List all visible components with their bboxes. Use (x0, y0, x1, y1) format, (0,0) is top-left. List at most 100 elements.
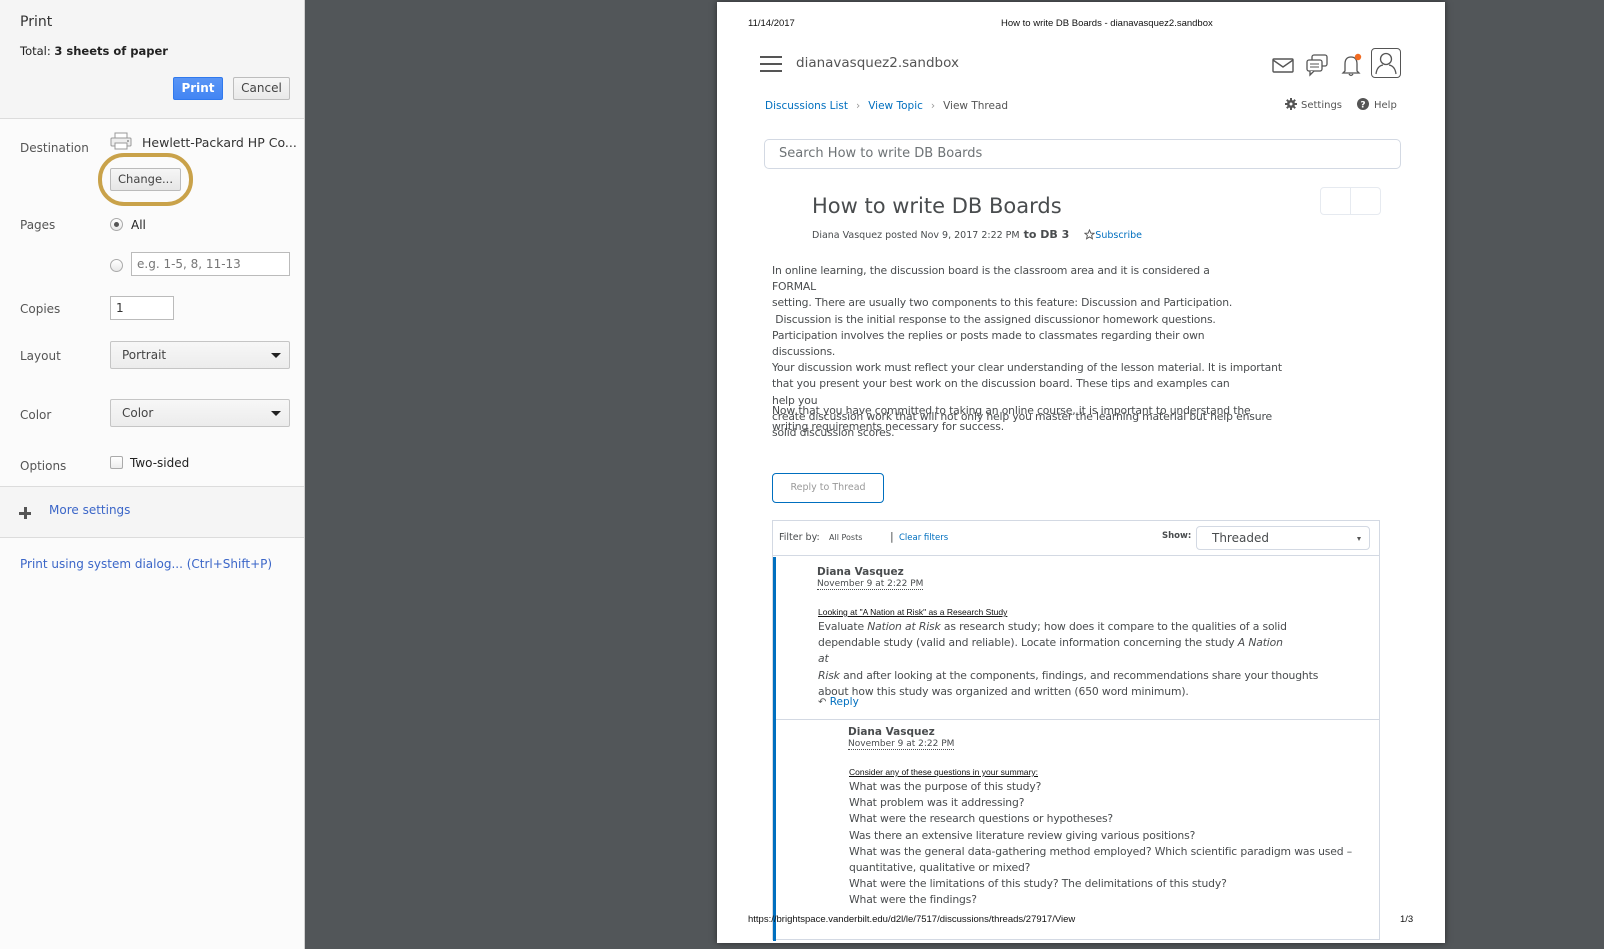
text-line: about how this study was organized and w… (818, 684, 1189, 698)
print-button[interactable]: Print (173, 77, 223, 100)
pages-all-label: All (131, 218, 146, 232)
chat-icon[interactable] (1304, 52, 1330, 78)
reply-button[interactable]: ↶ Reply (818, 696, 859, 708)
pages-label: Pages (20, 218, 56, 232)
subscribe-button[interactable]: Subscribe (1084, 228, 1142, 241)
post-date[interactable]: November 9 at 2:22 PM (848, 739, 955, 750)
reply-to-thread-button[interactable]: Reply to Thread (772, 473, 884, 503)
filter-bar: Filter by: All Posts | Clear filters Sho… (773, 521, 1379, 556)
pages-range-input[interactable]: e.g. 1-5, 8, 11-13 (131, 252, 290, 276)
pages-all-radio[interactable] (110, 218, 123, 231)
topic-title: How to write DB Boards (812, 194, 1062, 218)
subscribe-label: Subscribe (1095, 230, 1142, 241)
page-header-date: 11/14/2017 (748, 18, 795, 29)
page-header-title: How to write DB Boards - dianavasquez2.s… (1001, 18, 1213, 29)
total-prefix: Total: (20, 44, 55, 58)
italic-title: Risk (818, 668, 840, 682)
breadcrumb-separator: › (856, 100, 861, 112)
text-line: Evaluate Nation at Risk as research stud… (818, 620, 1287, 633)
color-label: Color (20, 408, 52, 422)
notification-bell-icon[interactable] (1338, 52, 1364, 78)
show-select[interactable]: Threaded (1196, 526, 1370, 550)
mail-icon[interactable] (1270, 52, 1296, 78)
intro-paragraph-2: Now that you have committed to taking an… (772, 403, 1252, 435)
breadcrumb-view-thread: View Thread (943, 100, 1009, 112)
more-settings-row[interactable]: More settings (0, 486, 304, 538)
settings-button[interactable]: Settings (1285, 98, 1342, 111)
plus-icon (19, 507, 31, 519)
text-line: What were the findings? (849, 893, 977, 907)
post-body: Evaluate Nation at Risk as research stud… (818, 619, 1319, 700)
page-footer-url: https://brightspace.vanderbilt.edu/d2l/l… (748, 914, 1076, 925)
two-sided-checkbox[interactable] (110, 456, 123, 469)
more-settings-link[interactable]: More settings (49, 503, 130, 517)
breadcrumb-view-topic[interactable]: View Topic (868, 100, 923, 112)
print-header: Print Total: 3 sheets of paper Print Can… (0, 0, 304, 119)
user-avatar[interactable] (1371, 48, 1401, 78)
topic-meta: Diana Vasquez posted Nov 9, 2017 2:22 PM… (812, 228, 1142, 241)
text-line: Now that you have committed to taking an… (772, 404, 1251, 417)
page-footer-number: 1/3 (1400, 914, 1414, 925)
pages-custom-radio[interactable] (110, 259, 123, 272)
post: Diana Vasquez November 9 at 2:22 PM Look… (773, 557, 1379, 941)
help-icon: ? (1357, 98, 1369, 111)
chevron-down-icon (271, 411, 281, 416)
filter-dropdown[interactable]: All Posts (829, 533, 862, 542)
print-title: Print (20, 14, 53, 30)
sheet-total: Total: 3 sheets of paper (20, 44, 168, 58)
post-author: Diana Vasquez (848, 726, 935, 738)
text-line: Was there an extensive literature review… (849, 828, 1196, 842)
topic-posted-info: Diana Vasquez posted Nov 9, 2017 2:22 PM (812, 230, 1020, 241)
color-value: Color (122, 406, 154, 420)
layout-value: Portrait (122, 348, 167, 362)
settings-label: Settings (1301, 100, 1343, 111)
thread-posts: Filter by: All Posts | Clear filters Sho… (772, 520, 1380, 941)
text-line: Your discussion work must reflect your c… (772, 361, 1282, 375)
reply-icon: ↶ (818, 697, 827, 708)
text-line: Participation involves the replies or po… (772, 328, 1205, 359)
text-line: In online learning, the discussion board… (772, 264, 1210, 294)
text-line: What were the research questions or hypo… (849, 812, 1114, 826)
text-line: What were the limitations of this study?… (849, 877, 1227, 891)
help-button[interactable]: ? Help (1357, 98, 1397, 111)
italic-title: A Nation at (818, 636, 1283, 666)
topic-actions-button-group[interactable] (1320, 187, 1381, 215)
post-subject: Consider any of these questions in your … (849, 767, 1038, 777)
post-subject: Looking at "A Nation at Risk" as a Resea… (818, 607, 1008, 617)
cancel-button[interactable]: Cancel (233, 77, 290, 100)
clear-filters-link[interactable]: Clear filters (899, 533, 948, 543)
post-divider (776, 719, 1379, 720)
text-line: Risk and after looking at the components… (818, 668, 1319, 682)
topic-forum: to DB 3 (1023, 228, 1070, 241)
org-name: dianavasquez2.sandbox (796, 55, 959, 71)
options-label: Options (20, 459, 67, 473)
thread-search-input[interactable]: Search How to write DB Boards (764, 139, 1401, 169)
filter-label: Filter by: (779, 532, 820, 543)
post-date[interactable]: November 9 at 2:22 PM (817, 579, 924, 590)
text-line: What was the purpose of this study? (849, 780, 1042, 793)
menu-icon[interactable] (760, 56, 782, 72)
breadcrumb-discussions-list[interactable]: Discussions List (765, 100, 848, 112)
breadcrumb: Discussions List › View Topic › View Thread (765, 100, 1008, 112)
system-dialog-link[interactable]: Print using system dialog... (Ctrl+Shift… (20, 557, 272, 571)
reply-label: Reply (829, 696, 859, 708)
printer-name: Hewlett-Packard HP Co... (142, 135, 297, 150)
text-line: quantitative, qualitative or mixed? (849, 861, 1031, 875)
copies-label: Copies (20, 302, 61, 316)
layout-select[interactable]: Portrait (110, 341, 290, 369)
color-select[interactable]: Color (110, 399, 290, 427)
two-sided-label: Two-sided (130, 456, 190, 470)
person-icon (1375, 52, 1397, 75)
post-author: Diana Vasquez (817, 566, 904, 578)
post-body: What was the purpose of this study? What… (849, 779, 1352, 909)
italic-title: Nation at Risk (867, 620, 941, 633)
copies-input[interactable]: 1 (110, 296, 174, 320)
text-line: What was the general data-gathering meth… (849, 844, 1352, 858)
gear-icon (1285, 98, 1297, 110)
layout-label: Layout (20, 349, 61, 363)
text-line: dependable study (valid and reliable). L… (818, 636, 1283, 666)
highlight-annotation (98, 153, 193, 206)
printer-icon (110, 132, 132, 150)
star-icon (1084, 228, 1096, 240)
text-line: Discussion is the initial response to th… (772, 312, 1216, 326)
